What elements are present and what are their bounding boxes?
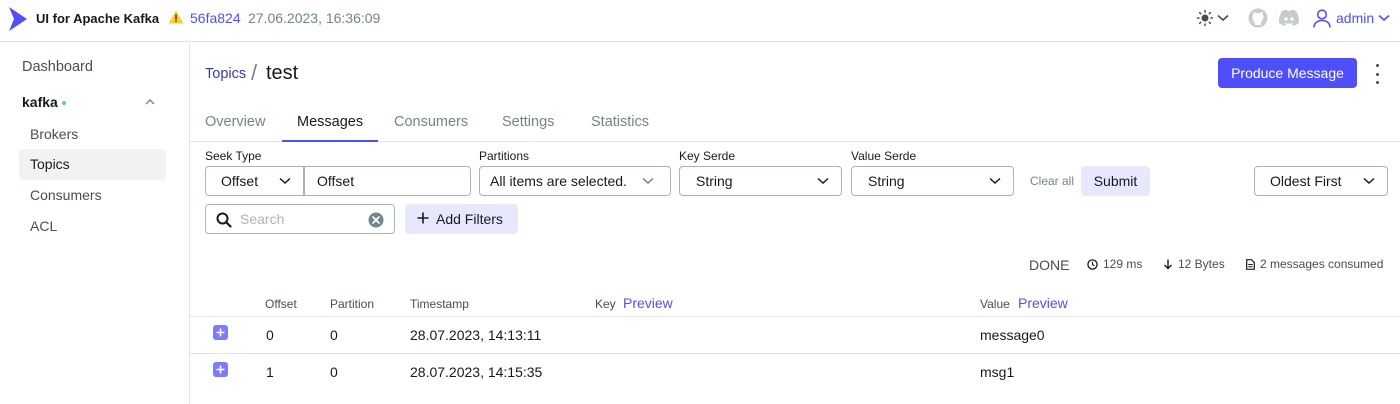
clear-search-icon[interactable]: [368, 212, 384, 228]
sidebar-item-topics[interactable]: Topics: [19, 149, 166, 180]
search-input[interactable]: [240, 209, 360, 229]
chevron-up-icon[interactable]: [144, 97, 156, 107]
produce-message-button[interactable]: Produce Message: [1218, 58, 1357, 88]
version-date: 27.06.2023, 16:36:09: [248, 10, 381, 26]
key-preview-link[interactable]: Preview: [623, 295, 673, 311]
key-serde-value: String: [696, 173, 733, 189]
document-icon: [1246, 258, 1255, 270]
clear-all-link[interactable]: Clear all: [1030, 174, 1074, 188]
search-box: [205, 204, 395, 234]
app-title[interactable]: UI for Apache Kafka: [36, 11, 159, 26]
discord-icon[interactable]: [1278, 9, 1300, 27]
chevron-down-icon: [989, 177, 1001, 185]
sort-order-select[interactable]: Oldest First: [1254, 166, 1388, 196]
sidebar-item-dashboard[interactable]: Dashboard: [22, 59, 93, 75]
row-1-timestamp: 28.07.2023, 14:15:35: [410, 364, 543, 380]
chevron-down-icon: [1378, 14, 1390, 22]
sidebar-cluster-kafka[interactable]: kafka: [22, 94, 58, 110]
column-header-timestamp: Timestamp: [410, 297, 469, 311]
row-0-timestamp: 28.07.2023, 14:13:11: [410, 327, 542, 343]
clock-icon: [1087, 258, 1098, 270]
search-icon: [216, 212, 232, 228]
value-serde-select[interactable]: String: [851, 166, 1014, 196]
elapsed-time-value: 129 ms: [1103, 257, 1143, 271]
partitions-value: All items are selected.: [490, 173, 627, 189]
tab-overview[interactable]: Overview: [205, 114, 265, 130]
submit-button[interactable]: Submit: [1081, 166, 1150, 196]
plus-icon: [216, 328, 225, 337]
seek-type-select[interactable]: Offset: [205, 166, 304, 196]
page-title: test: [266, 62, 299, 84]
key-serde-label: Key Serde: [679, 149, 736, 163]
user-menu[interactable]: admin: [1312, 7, 1390, 29]
sidebar-item-acl[interactable]: ACL: [19, 211, 166, 242]
tab-statistics[interactable]: Statistics: [591, 114, 649, 130]
kafka-ui-logo-icon[interactable]: [8, 6, 28, 32]
expand-row-button[interactable]: [213, 325, 228, 340]
value-preview-link[interactable]: Preview: [1018, 295, 1068, 311]
chevron-down-icon: [1363, 177, 1375, 185]
row-1-value[interactable]: msg1: [980, 364, 1014, 380]
row-1-partition: 0: [330, 364, 338, 380]
version-hash-link[interactable]: 56fa824: [190, 10, 241, 26]
tab-consumers[interactable]: Consumers: [394, 114, 468, 130]
cluster-status-dot: [62, 101, 66, 105]
row-0-value[interactable]: message0: [980, 327, 1045, 343]
topic-tabs: Overview Messages Consumers Settings Sta…: [190, 106, 1400, 142]
seek-type-label: Seek Type: [205, 149, 262, 163]
sidebar: Dashboard kafka Brokers Topics Consumers…: [0, 43, 190, 404]
value-serde-value: String: [868, 173, 905, 189]
column-header-value: Value: [980, 297, 1010, 311]
active-tab-indicator: [282, 140, 378, 142]
row-0-partition: 0: [330, 327, 338, 343]
sun-icon: [1196, 9, 1214, 27]
top-bar: UI for Apache Kafka 56fa824 27.06.2023, …: [0, 0, 1400, 42]
plus-icon: [216, 365, 225, 374]
chevron-down-icon: [279, 177, 291, 185]
messages-consumed: 2 messages consumed: [1246, 257, 1383, 271]
github-icon[interactable]: [1248, 8, 1268, 28]
chevron-down-icon: [1217, 14, 1229, 22]
chevron-down-icon: [642, 177, 654, 185]
chevron-down-icon: [817, 177, 829, 185]
consume-status: DONE: [1029, 257, 1070, 273]
value-serde-label: Value Serde: [851, 149, 917, 163]
partitions-select[interactable]: All items are selected.: [479, 166, 671, 196]
elapsed-time: 129 ms: [1087, 257, 1142, 271]
more-actions-icon[interactable]: [1374, 64, 1380, 84]
seek-type-value: Offset: [221, 173, 259, 189]
column-header-partition: Partition: [330, 297, 375, 311]
sidebar-item-consumers[interactable]: Consumers: [19, 180, 166, 211]
theme-toggle[interactable]: [1196, 8, 1230, 28]
plus-icon: [417, 212, 429, 224]
bytes-consumed-value: 12 Bytes: [1178, 257, 1225, 271]
tab-settings[interactable]: Settings: [502, 114, 554, 130]
bytes-consumed: 12 Bytes: [1163, 257, 1225, 271]
column-header-offset: Offset: [265, 297, 297, 311]
user-icon: [1313, 9, 1331, 28]
arrow-down-icon: [1164, 259, 1172, 269]
messages-consumed-value: 2 messages consumed: [1260, 257, 1384, 271]
warning-icon: [168, 10, 184, 24]
tab-messages[interactable]: Messages: [297, 114, 363, 130]
expand-row-button[interactable]: [213, 362, 228, 377]
sidebar-item-brokers[interactable]: Brokers: [19, 119, 166, 150]
column-header-key: Key: [595, 297, 616, 311]
sort-order-value: Oldest First: [1270, 173, 1342, 189]
table-divider: [190, 353, 1400, 354]
row-1-offset: 1: [266, 364, 274, 380]
row-0-offset: 0: [266, 327, 274, 343]
table-divider: [190, 316, 1400, 317]
offset-input[interactable]: [304, 166, 471, 196]
user-name: admin: [1336, 10, 1375, 26]
breadcrumb-separator: /: [251, 60, 258, 85]
partitions-label: Partitions: [479, 149, 530, 163]
key-serde-select[interactable]: String: [679, 166, 842, 196]
breadcrumb-topics-link[interactable]: Topics: [205, 66, 246, 82]
